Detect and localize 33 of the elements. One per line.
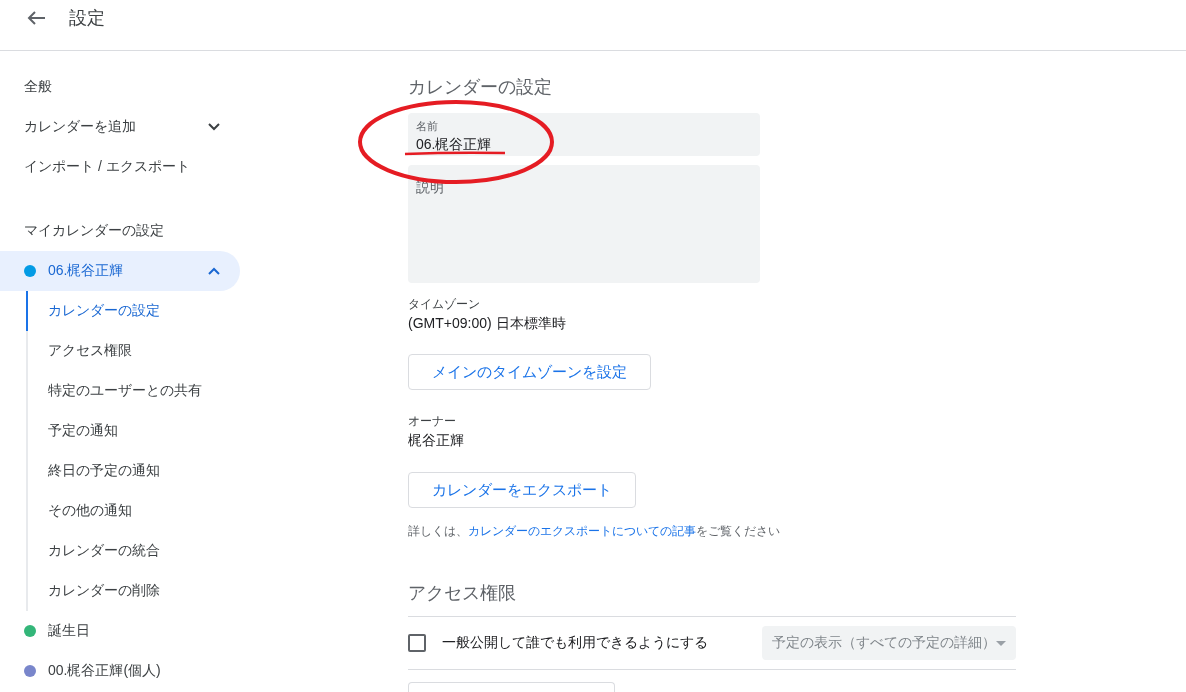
field-label: タイムゾーン xyxy=(408,296,480,313)
calendar-item[interactable]: 00.梶谷正輝(個人) xyxy=(0,651,240,691)
checkbox-label: 一般公開して誰でも利用できるようにする xyxy=(442,634,708,650)
section-title: マイカレンダーの設定 xyxy=(24,222,164,240)
section-heading: アクセス権限 xyxy=(408,582,516,605)
help-text: 詳しくは、カレンダーのエクスポートについての記事をご覧ください xyxy=(408,523,780,540)
name-field[interactable]: 名前 06.梶谷正輝 xyxy=(408,113,760,156)
field-value: 06.梶谷正輝 xyxy=(416,136,492,154)
sidebar-subitem[interactable]: 特定のユーザーとの共有 xyxy=(26,371,240,411)
sidebar-subitem[interactable]: カレンダーの削除 xyxy=(26,571,240,611)
page-title: 設定 xyxy=(69,7,105,30)
sidebar-subitem[interactable]: その他の通知 xyxy=(26,491,240,531)
export-button[interactable]: カレンダーをエクスポート xyxy=(408,472,636,508)
sidebar-subitem[interactable]: 終日の予定の通知 xyxy=(26,451,240,491)
sidebar-subitem[interactable]: 予定の通知 xyxy=(26,411,240,451)
calendar-item[interactable]: 誕生日 xyxy=(0,611,240,651)
set-time-zone-button[interactable]: メインのタイムゾーンを設定 xyxy=(408,354,651,390)
time-zone-value: (GMT+09:00) 日本標準時 xyxy=(408,315,566,333)
sidebar-subitem[interactable]: カレンダーの設定 xyxy=(26,291,240,331)
sidebar-item[interactable]: 全般 xyxy=(24,78,52,96)
calendar-item[interactable]: 06.梶谷正輝 xyxy=(0,251,240,291)
owner-value: 梶谷正輝 xyxy=(408,432,464,450)
calendar-name: 06.梶谷正輝 xyxy=(48,262,124,278)
section-heading: カレンダーの設定 xyxy=(408,76,552,99)
sidebar-item[interactable]: インポート / エクスポート xyxy=(24,158,190,176)
calendar-name: 誕生日 xyxy=(48,622,90,638)
help-link[interactable]: カレンダーのエクスポートについての記事 xyxy=(468,524,696,538)
sidebar-subitem[interactable]: アクセス権限 xyxy=(26,331,240,371)
calendar-name: 00.梶谷正輝(個人) xyxy=(48,662,161,678)
sidebar-item[interactable]: カレンダーを追加 xyxy=(24,118,136,134)
field-label: オーナー xyxy=(408,413,456,430)
sidebar-subitem[interactable]: カレンダーの統合 xyxy=(26,531,240,571)
field-label: 名前 xyxy=(416,119,438,134)
